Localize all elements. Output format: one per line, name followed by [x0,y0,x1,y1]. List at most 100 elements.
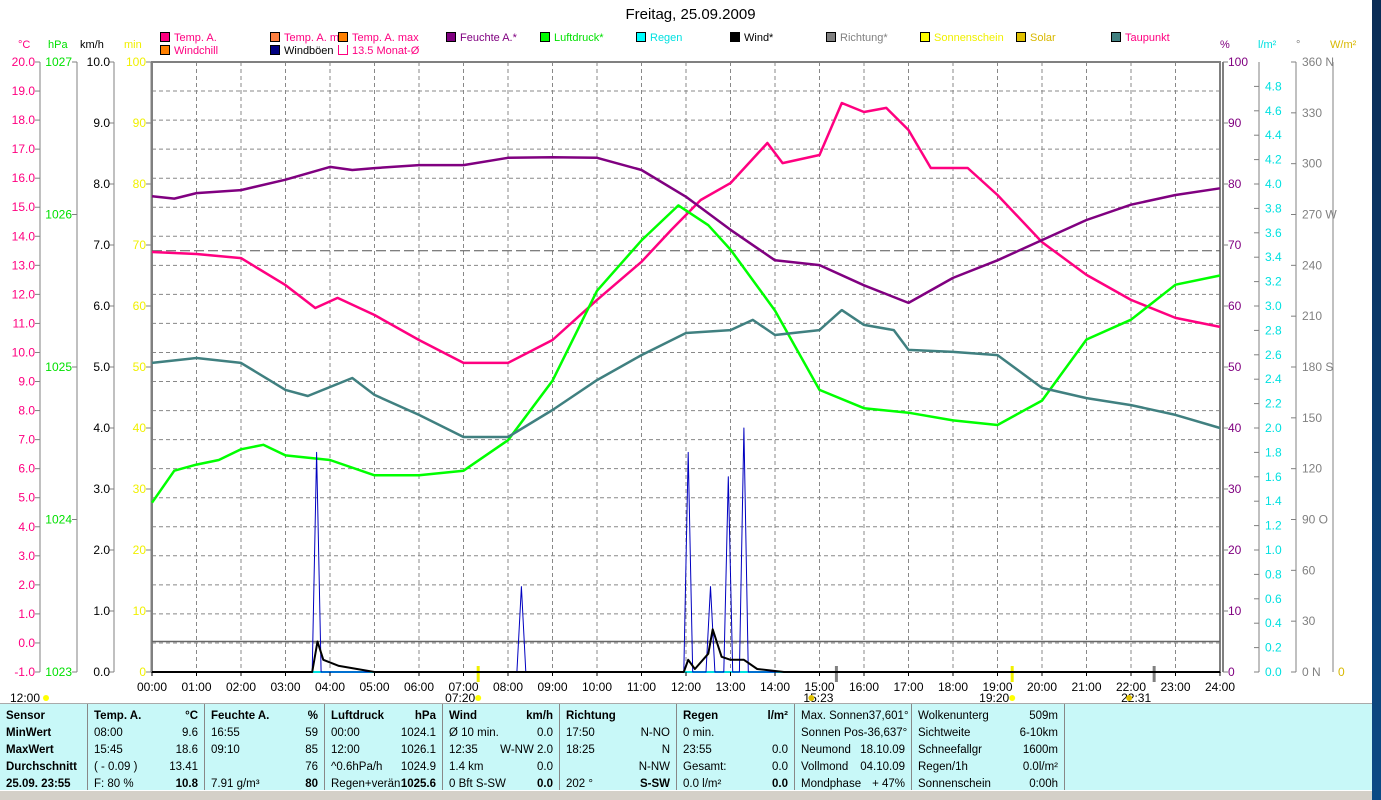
table-cell: 0.0 [537,761,553,773]
table-column: Richtung 17:50 N-NO 18:25 N N-NW 202 ° S-SW [560,704,677,791]
solar-axis-tick-label: 0 [1338,665,1345,679]
dir-axis-tick-label: 150 [1302,411,1322,425]
table-row: Neumond 18.10.09 [801,744,905,761]
temp-axis-tick-label: 6.0 [18,462,35,476]
rain-axis-tick-label: 0.4 [1265,616,1282,630]
sunrise-icon [475,695,482,701]
summary-table: Sensor MinWert MaxWert Durchschnitt 25.09. 2… [0,703,1372,791]
table-row: 23:55 0.0 [683,744,788,761]
min-axis-tick-label: 40 [133,421,147,435]
table-row: 00:00 1024.1 [331,727,436,744]
wind-axis-tick-label: 2.0 [93,543,110,557]
rain-axis-tick-label: 0.0 [1265,665,1282,679]
dir-axis-tick-label: 240 [1302,258,1322,272]
temp-axis-tick-label: 8.0 [18,404,35,418]
x-tick-label: 13:00 [715,680,745,694]
wind-axis-tick-label: 8.0 [93,177,110,191]
rain-axis-tick-label: 2.0 [1265,421,1282,435]
table-row: Regen/1h 0.0l/m² [918,761,1058,778]
table-column: Temp. A. °C 08:00 9.6 15:45 18.6 ( - 0.09 ) 13.… [88,704,205,791]
moonset-icon [1126,695,1133,701]
rain-axis-tick-label: 0.8 [1265,567,1282,581]
table-cell: 509m [1029,710,1058,722]
temp-axis-tick-label: 3.0 [18,549,35,563]
rain-axis-tick-label: 4.8 [1265,79,1282,93]
table-cell: 0.0 [537,727,553,739]
hum-axis-tick-label: 90 [1228,116,1242,130]
table-cell: 12:00 [331,744,360,756]
table-cell: 18.6 [175,744,198,756]
min-axis-tick-label: 30 [133,482,147,496]
hum-axis-tick-label: 40 [1228,421,1242,435]
temp-axis-tick-label: 9.0 [18,375,35,389]
table-cell: -36,637° [863,727,908,739]
temp-axis-tick-label: 7.0 [18,433,35,447]
table-row: Durchschnitt [6,761,81,778]
x-tick-label: 06:00 [404,680,434,694]
dir-axis-tick-label: 210 [1302,309,1322,323]
dir-axis-tick-label: 30 [1302,614,1316,628]
table-cell: % [307,710,318,722]
table-row: N-NW [566,761,670,778]
dir-axis-tick-label: 270 W [1302,208,1337,222]
table-row: Wolkenunterg 509m [918,710,1058,727]
temp-axis-tick-label: 13.0 [12,258,36,272]
x-tick-label: 01:00 [181,680,211,694]
min-axis-tick-label: 10 [133,604,147,618]
temp-axis-tick-label: 15.0 [12,200,36,214]
min-axis-tick-label: 50 [133,360,147,374]
table-row: 76 [211,761,318,778]
table-cell: Luftdruck [331,710,385,722]
table-cell: 85 [305,744,318,756]
rain-axis-tick-label: 3.2 [1265,275,1282,289]
hum-axis-tick-label: 80 [1228,177,1242,191]
table-cell: 37,601° [868,710,909,722]
series-luftdruck- [150,204,1221,504]
table-cell: 0.0 [772,761,788,773]
rain-axis-tick-label: 3.6 [1265,226,1282,240]
table-cell: MaxWert [6,744,54,756]
table-column: Wolkenunterg 509m Sichtweite 6-10km Schneefa… [912,704,1065,791]
dir-axis-tick-label: 300 [1302,157,1322,171]
rain-axis-tick-label: 2.4 [1265,372,1282,386]
table-cell: °C [185,710,198,722]
table-row: 16:55 59 [211,727,318,744]
table-row: MaxWert [6,744,81,761]
table-cell: 09:10 [211,744,240,756]
table-row: Max. Sonnen 37,601° [801,710,909,727]
dir-axis-tick-label: 0 N [1302,665,1321,679]
table-cell: Max. Sonnen [801,710,869,722]
temp-axis-tick-label: 2.0 [18,578,35,592]
temp-axis-tick-label: 11.0 [13,316,36,330]
temp-axis-tick-label: 20.0 [12,55,36,69]
rain-axis-tick-label: 4.0 [1265,177,1282,191]
table-cell: Wolkenunterg [918,710,989,722]
table-row: ( - 0.09 ) 13.41 [94,761,198,778]
status-bar [0,790,1372,800]
table-cell: 59 [305,727,318,739]
temp-axis-tick-label: -1.0 [14,665,35,679]
wind-axis-tick-label: 9.0 [93,116,110,130]
rain-axis-tick-label: 4.2 [1265,153,1282,167]
table-row: 18:25 N [566,744,670,761]
table-cell: 18:25 [566,744,595,756]
table-cell: 0.0l/m² [1022,761,1058,773]
x-tick-label: 09:00 [537,680,567,694]
event-label: 15:23 [803,691,833,703]
table-cell: Sichtweite [918,727,971,739]
temp-axis-tick-label: 19.0 [12,84,36,98]
table-cell: 12:35 [449,744,478,756]
table-cell: Richtung [566,710,616,722]
table-column: Max. Sonnen 37,601° Sonnen Pos -36,637° Neum… [795,704,912,791]
dir-axis-tick-label: 60 [1302,563,1316,577]
x-tick-label: 23:00 [1160,680,1190,694]
table-row: Sensor [6,710,81,727]
table-row: MinWert [6,727,81,744]
x-tick-label: 02:00 [226,680,256,694]
hum-axis-tick-label: 10 [1228,604,1242,618]
rain-axis-tick-label: 2.2 [1265,397,1282,411]
table-cell: 08:00 [94,727,123,739]
x-tick-label: 14:00 [760,680,790,694]
temp-axis-tick-label: 12.0 [12,287,36,301]
table-row: Wind km/h [449,710,553,727]
